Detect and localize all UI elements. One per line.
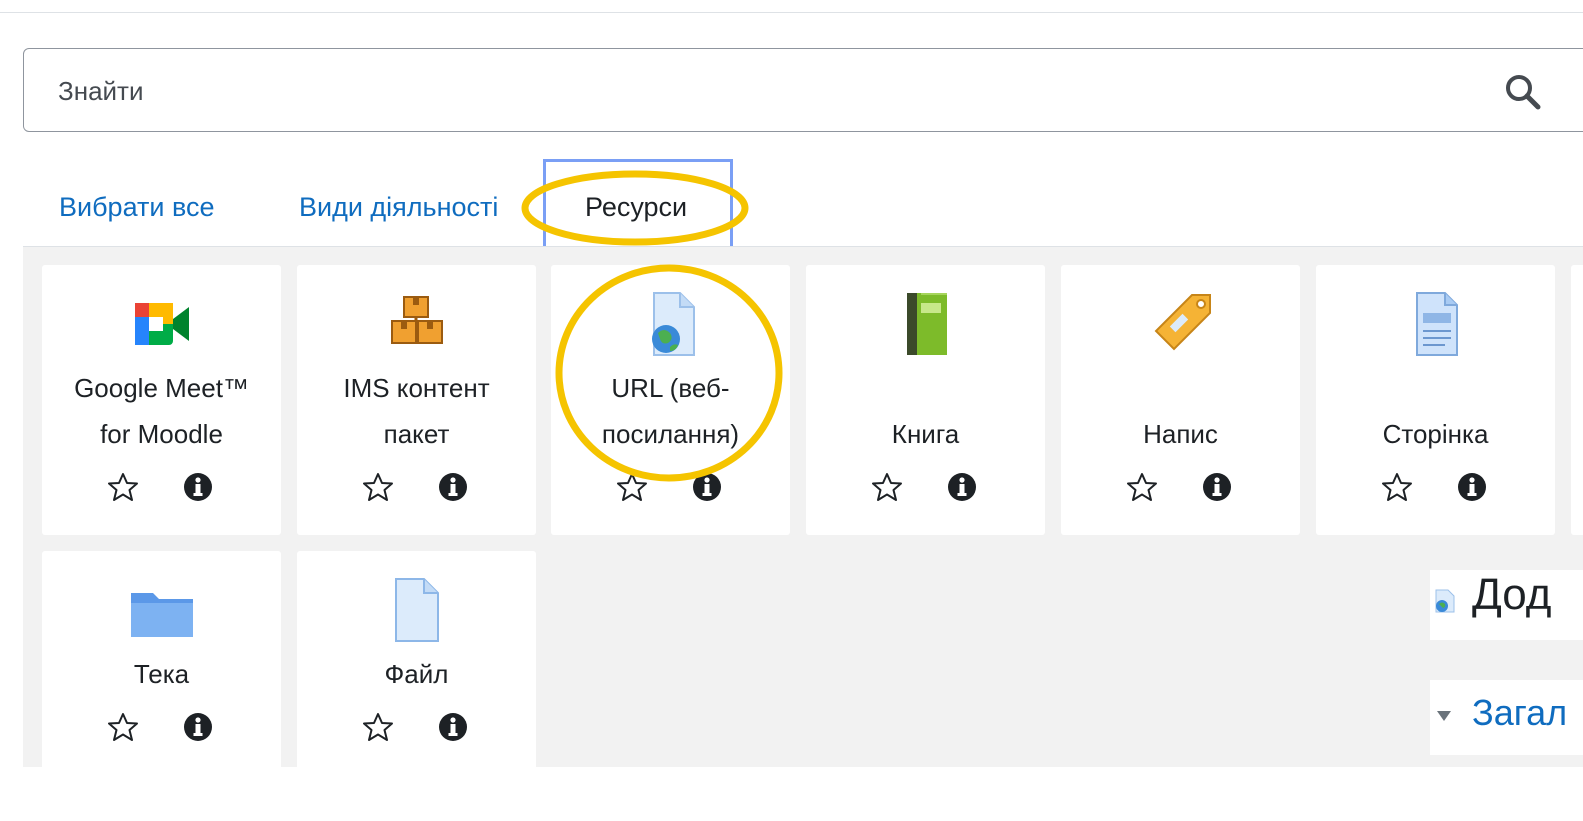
- module-actions: [297, 471, 536, 511]
- module-actions: [42, 711, 281, 751]
- info-icon[interactable]: [1456, 471, 1488, 503]
- search-icon[interactable]: [1502, 71, 1542, 111]
- module-card-ims-package[interactable]: IMS контент пакет: [297, 265, 536, 535]
- module-name: URL (веб-посилання): [601, 373, 740, 449]
- info-icon[interactable]: [946, 471, 978, 503]
- folder-icon: [131, 593, 193, 637]
- top-divider: [0, 12, 1583, 13]
- module-actions: [42, 471, 281, 511]
- info-icon[interactable]: [182, 711, 214, 743]
- background-page-heading: Дод: [1430, 570, 1583, 640]
- star-icon[interactable]: [1381, 471, 1413, 503]
- module-actions: [1061, 471, 1300, 511]
- module-card-page[interactable]: Сторінка: [1316, 265, 1555, 535]
- module-card-book[interactable]: Книга: [806, 265, 1045, 535]
- module-card-folder[interactable]: Тека: [42, 551, 281, 821]
- module-card-url[interactable]: URL (веб-посилання): [551, 265, 790, 535]
- star-icon[interactable]: [107, 471, 139, 503]
- module-name: IMS контент пакет: [343, 373, 490, 449]
- module-name: Google Meet™ for Moodle: [74, 373, 249, 449]
- search-input[interactable]: [58, 71, 1358, 111]
- star-icon[interactable]: [362, 711, 394, 743]
- tab-select-all[interactable]: Вибрати все: [59, 192, 215, 223]
- module-name: Файл: [384, 659, 449, 689]
- info-icon[interactable]: [691, 471, 723, 503]
- module-card-partial[interactable]: [1571, 265, 1583, 535]
- caret-down-icon: [1437, 711, 1451, 721]
- tab-resources[interactable]: Ресурси: [585, 192, 687, 223]
- star-icon[interactable]: [362, 471, 394, 503]
- module-actions: [1316, 471, 1555, 511]
- search-box: [23, 48, 1583, 132]
- info-icon[interactable]: [1201, 471, 1233, 503]
- category-tabs: Вибрати все Види діяльності Ресурси: [0, 150, 1583, 253]
- module-name: Напис: [1143, 419, 1218, 449]
- info-icon[interactable]: [182, 471, 214, 503]
- page-icon: [1416, 292, 1458, 356]
- tab-activities[interactable]: Види діяльності: [299, 192, 498, 223]
- module-card-label[interactable]: Напис: [1061, 265, 1300, 535]
- module-grid: Google Meet™ for Moodle IMS контент пакет: [23, 246, 1583, 821]
- background-section-toggle[interactable]: Загал: [1430, 680, 1583, 755]
- info-icon[interactable]: [437, 711, 469, 743]
- info-icon[interactable]: [437, 471, 469, 503]
- google-meet-icon: [135, 303, 189, 345]
- module-name: Сторінка: [1382, 419, 1489, 449]
- module-card-google-meet[interactable]: Google Meet™ for Moodle: [42, 265, 281, 535]
- module-actions: [806, 471, 1045, 511]
- module-actions: [297, 711, 536, 751]
- book-icon: [907, 293, 947, 355]
- ims-package-icon: [391, 296, 443, 344]
- star-icon[interactable]: [871, 471, 903, 503]
- module-actions: [551, 471, 790, 511]
- star-icon[interactable]: [616, 471, 648, 503]
- label-tag-icon: [1154, 294, 1211, 351]
- module-name: Книга: [891, 419, 960, 449]
- file-icon: [395, 578, 439, 642]
- url-globe-icon: [652, 292, 695, 356]
- url-globe-icon: [1435, 589, 1455, 613]
- star-icon[interactable]: [107, 711, 139, 743]
- module-name: Тека: [133, 659, 190, 689]
- star-icon[interactable]: [1126, 471, 1158, 503]
- module-card-file[interactable]: Файл: [297, 551, 536, 821]
